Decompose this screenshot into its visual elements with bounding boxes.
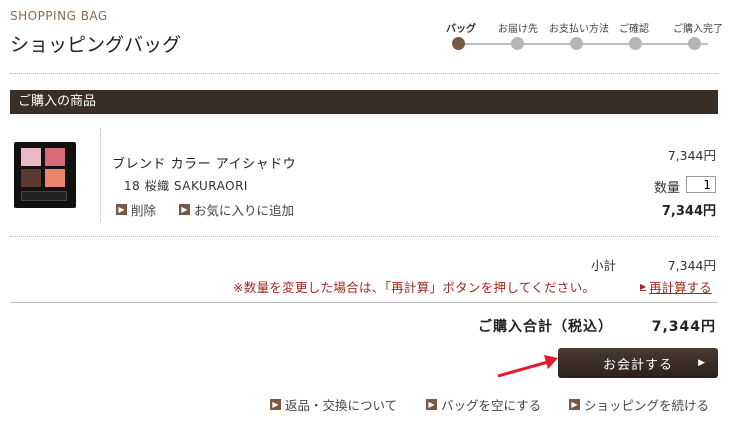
recalc-link[interactable]: ▶ 再計算する [640,277,712,296]
chevron-right-icon: ▶ [426,399,437,410]
chevron-right-icon: ▶ [116,204,127,215]
empty-bag-link[interactable]: ▶ バッグを空にする [426,395,541,414]
chevron-right-icon: ▶ [270,399,281,410]
product-row-divider [10,236,718,237]
continue-shopping-link[interactable]: ▶ ショッピングを続ける [569,395,709,414]
returns-link[interactable]: ▶ 返品・交換について [270,395,397,414]
product-variant: 18 桜織 SAKURAORI [124,179,248,193]
step-label-complete: ご購入完了 [673,24,723,35]
step-label-bag: バッグ [446,24,476,35]
unit-price: 7,344円 [667,148,716,163]
triangle-right-icon: ▶ [698,358,706,368]
add-favorite-link[interactable]: ▶ お気に入りに追加 [179,200,294,219]
subtotal-value: 7,344円 [667,258,716,273]
summary-divider [10,302,718,303]
product-thumbnail[interactable] [14,142,76,208]
chevron-right-icon: ▶ [569,399,580,410]
page-title: ショッピングバッグ [10,34,182,56]
step-dot-bag [452,37,465,50]
line-total: 7,344円 [661,204,716,219]
step-label-payment: お支払い方法 [549,24,609,35]
header-title-en: SHOPPING BAG [10,9,108,23]
step-label-delivery: お届け先 [498,24,538,35]
header-divider [10,73,718,74]
triangle-right-icon: ▶ [640,282,647,291]
quantity-label: 数量 [654,181,681,196]
step-dot-payment [570,37,583,50]
subtotal-label: 小計 [591,258,617,273]
section-header: ご購入の商品 [10,90,718,114]
total-value: 7,344円 [651,319,716,335]
step-dot-complete [688,37,701,50]
annotation-arrow-icon [497,355,558,378]
chevron-right-icon: ▶ [179,204,190,215]
step-dot-delivery [511,37,524,50]
product-divider [100,128,101,222]
quantity-input[interactable] [686,176,716,193]
checkout-button[interactable]: お会計する ▶ [558,348,718,378]
total-label: ご購入合計（税込） [478,319,613,335]
product-name[interactable]: ブレンド カラー アイシャドウ [112,153,296,172]
progress-line [458,43,708,45]
delete-link[interactable]: ▶ 削除 [116,200,156,219]
step-label-confirm: ご確認 [619,24,649,35]
recalc-notice: ※数量を変更した場合は、「再計算」ボタンを押してください。 [233,280,596,295]
step-dot-confirm [629,37,642,50]
